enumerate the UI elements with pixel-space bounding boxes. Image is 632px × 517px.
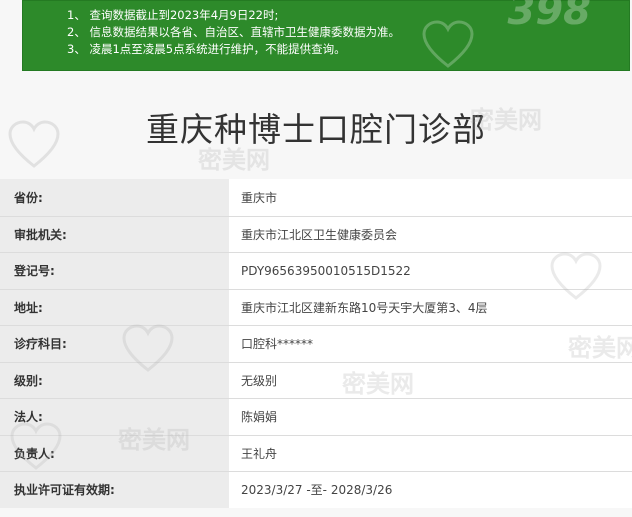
row-label: 负责人: (0, 435, 229, 471)
table-row-legal-person: 法人: 陈娟娟 (0, 398, 632, 435)
row-label: 执业许可证有效期: (0, 472, 229, 508)
row-value: 重庆市江北区建新东路10号天宇大厦第3、4层 (229, 289, 632, 325)
table-row-level: 级别: 无级别 (0, 361, 632, 398)
table-row-departments: 诊疗科目: 口腔科****** (0, 325, 632, 362)
table-row-person-in-charge: 负责人: 王礼舟 (0, 434, 632, 471)
table-row-license-validity: 执业许可证有效期: 2023/3/27 -至- 2028/3/26 (0, 471, 632, 508)
table-row-province: 省份: 重庆市 (0, 179, 632, 216)
row-value: 2023/3/27 -至- 2028/3/26 (229, 472, 632, 508)
row-value: 王礼舟 (229, 435, 632, 471)
row-value: 重庆市 (229, 179, 632, 216)
table-row-registration-number: 登记号: PDY96563950010515D1522 (0, 252, 632, 289)
row-value: 无级别 (229, 362, 632, 398)
notice-line-1: 1、 查询数据截止到2023年4月9日22时; (67, 8, 279, 22)
row-label: 诊疗科目: (0, 326, 229, 362)
row-value: 口腔科****** (229, 326, 632, 362)
row-label: 省份: (0, 179, 229, 216)
table-row-address: 地址: 重庆市江北区建新东路10号天宇大厦第3、4层 (0, 288, 632, 325)
row-label: 级别: (0, 362, 229, 398)
page-title: 重庆种博士口腔门诊部 (146, 110, 486, 149)
row-label: 地址: (0, 289, 229, 325)
row-label: 法人: (0, 399, 229, 435)
table-row-approval-authority: 审批机关: 重庆市江北区卫生健康委员会 (0, 215, 632, 252)
row-value: 重庆市江北区卫生健康委员会 (229, 216, 632, 252)
row-label: 登记号: (0, 253, 229, 289)
notice-banner: 1、 查询数据截止到2023年4月9日22时; 2、 信息数据结果以各省、自治区… (22, 0, 630, 71)
row-label: 审批机关: (0, 216, 229, 252)
row-value: 陈娟娟 (229, 399, 632, 435)
notice-line-2: 2、 信息数据结果以各省、自治区、直辖市卫生健康委数据为准。 (67, 25, 400, 39)
info-table: 省份: 重庆市 审批机关: 重庆市江北区卫生健康委员会 登记号: PDY9656… (0, 179, 632, 508)
notice-line-3: 3、 凌晨1点至凌晨5点系统进行维护，不能提供查询。 (67, 42, 346, 56)
row-value: PDY96563950010515D1522 (229, 253, 632, 289)
